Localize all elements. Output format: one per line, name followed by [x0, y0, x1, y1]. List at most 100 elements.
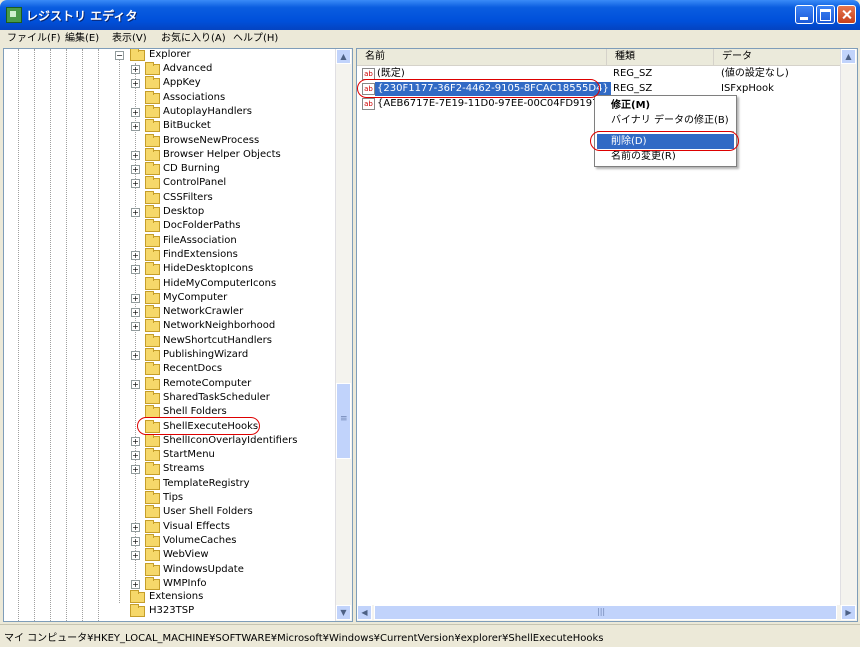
tree-node-explorer[interactable]: − Explorer	[112, 49, 332, 62]
expand-icon[interactable]: +	[131, 522, 140, 532]
tree-node[interactable]: + HideDesktopIcons	[128, 262, 338, 276]
column-header-type[interactable]: 種類	[607, 49, 714, 65]
close-button[interactable]	[837, 5, 856, 24]
value-name: {230F1177-36F2-4462-9105-8FCAC18555D4}	[375, 82, 611, 96]
registry-value-row[interactable]: ab (既定) REG_SZ (値の設定なし)	[357, 67, 841, 81]
tree-node[interactable]: + MyComputer	[128, 290, 338, 305]
folder-icon	[145, 362, 160, 376]
expand-icon[interactable]: +	[131, 65, 140, 74]
expand-icon[interactable]: +	[131, 451, 140, 461]
tree-node[interactable]: BrowseNewProcess	[128, 133, 338, 148]
expand-icon[interactable]: +	[131, 379, 140, 389]
scroll-up-button[interactable]: ▲	[841, 49, 856, 64]
tree-node-label: TemplateRegistry	[163, 477, 250, 489]
menu-modify-binary[interactable]: バイナリ データの修正(B)	[597, 113, 734, 128]
tree-node[interactable]: WindowsUpdate	[128, 562, 338, 577]
tree-node[interactable]: + NetworkNeighborhood	[128, 319, 338, 333]
expand-icon[interactable]: +	[131, 579, 140, 589]
tree-node[interactable]: + StartMenu	[128, 448, 338, 462]
expand-icon[interactable]: +	[131, 179, 140, 189]
expand-icon[interactable]: +	[131, 308, 140, 318]
expand-icon[interactable]: +	[131, 122, 140, 132]
column-header-data[interactable]: データ	[714, 49, 841, 65]
tree-node-h323tsp[interactable]: H323TSP	[112, 604, 332, 618]
tree-node[interactable]: DocFolderPaths	[128, 219, 338, 233]
value-type: REG_SZ	[613, 68, 653, 79]
tree-node[interactable]: RecentDocs	[128, 362, 338, 376]
expand-icon[interactable]: +	[131, 322, 140, 332]
tree-node[interactable]: Associations	[128, 90, 338, 105]
menu-edit[interactable]: 編集(E)	[62, 30, 102, 47]
menu-delete[interactable]: 削除(D)	[597, 134, 734, 149]
tree-node[interactable]: NewShortcutHandlers	[128, 333, 338, 348]
menu-view[interactable]: 表示(V)	[109, 30, 150, 47]
horizontal-scroll-thumb[interactable]: |||	[374, 605, 837, 620]
registry-value-row-selected[interactable]: ab {230F1177-36F2-4462-9105-8FCAC18555D4…	[357, 82, 841, 96]
folder-icon	[145, 562, 160, 576]
tree-node[interactable]: + FindExtensions	[128, 247, 338, 262]
tree-node[interactable]: + VolumeCaches	[128, 533, 338, 548]
tree-node[interactable]: + Desktop	[128, 205, 338, 219]
tree-node[interactable]: + AutoplayHandlers	[128, 104, 338, 119]
expand-icon[interactable]: +	[131, 536, 140, 546]
tree-node[interactable]: TemplateRegistry	[128, 476, 338, 491]
tree-node[interactable]: FileAssociation	[128, 233, 338, 248]
expand-icon[interactable]: +	[131, 465, 140, 475]
scroll-up-button[interactable]: ▲	[336, 49, 351, 64]
tree-node[interactable]: + AppKey	[128, 76, 338, 90]
tree-node[interactable]: + ControlPanel	[128, 176, 338, 190]
key-tree-pane[interactable]: − Explorer + Advanced + AppKey Associations +…	[3, 48, 353, 622]
scroll-right-button[interactable]: ▶	[841, 605, 856, 620]
tree-node-extensions[interactable]: Extensions	[112, 590, 332, 604]
tree-node[interactable]: + BitBucket	[128, 119, 338, 133]
expand-icon[interactable]: +	[131, 265, 140, 275]
tree-node[interactable]: + ShellIconOverlayIdentifiers	[128, 433, 338, 448]
tree-node-label: Visual Effects	[163, 520, 231, 532]
minimize-button[interactable]	[795, 5, 814, 24]
expand-icon[interactable]: +	[131, 351, 140, 360]
menu-file[interactable]: ファイル(F)	[4, 30, 64, 47]
tree-node[interactable]: + WMPInfo	[128, 576, 338, 591]
tree-node[interactable]: + PublishingWizard	[128, 348, 338, 362]
folder-icon	[145, 90, 160, 104]
tree-node[interactable]: User Shell Folders	[128, 505, 338, 519]
expand-icon[interactable]: +	[131, 250, 140, 260]
menu-rename[interactable]: 名前の変更(R)	[597, 149, 734, 164]
scroll-thumb[interactable]: ≡	[336, 383, 351, 459]
tree-node[interactable]: Shell Folders	[128, 405, 338, 419]
maximize-button[interactable]	[816, 5, 835, 24]
tree-node[interactable]: + RemoteComputer	[128, 376, 338, 391]
tree-node[interactable]: + Visual Effects	[128, 519, 338, 534]
scroll-down-button[interactable]: ▼	[336, 605, 351, 620]
tree-node[interactable]: + NetworkCrawler	[128, 305, 338, 319]
tree-node[interactable]: + WebView	[128, 548, 338, 562]
list-vertical-scrollbar[interactable]: ▲	[840, 49, 857, 605]
list-horizontal-scrollbar[interactable]: ◀ ||| ▶	[357, 605, 857, 621]
expand-icon[interactable]: +	[131, 165, 140, 175]
menu-help[interactable]: ヘルプ(H)	[230, 30, 281, 47]
expand-icon[interactable]: +	[131, 551, 140, 561]
tree-vertical-scrollbar[interactable]: ▲ ≡ ▼	[335, 49, 352, 621]
tree-node[interactable]: CSSFilters	[128, 190, 338, 205]
collapse-icon[interactable]: −	[115, 51, 124, 60]
tree-node[interactable]: + Browser Helper Objects	[128, 147, 338, 162]
tree-node[interactable]: + CD Burning	[128, 162, 338, 176]
expand-icon[interactable]: +	[131, 150, 140, 160]
expand-icon[interactable]: +	[131, 293, 140, 303]
tree-node[interactable]: ShellExecuteHooks	[128, 419, 338, 434]
tree-node[interactable]: SharedTaskScheduler	[128, 390, 338, 405]
menu-modify[interactable]: 修正(M)	[597, 98, 734, 113]
tree-node[interactable]: + Streams	[128, 462, 338, 476]
tree-node[interactable]: Tips	[128, 491, 338, 505]
tree-node[interactable]: HideMyComputerIcons	[128, 276, 338, 291]
column-header-name[interactable]: 名前	[357, 49, 607, 65]
expand-icon[interactable]: +	[131, 208, 140, 217]
expand-icon[interactable]: +	[131, 107, 140, 117]
menu-favorites[interactable]: お気に入り(A)	[158, 30, 229, 47]
expand-icon[interactable]: +	[131, 436, 140, 446]
title-bar[interactable]: レジストリ エディタ	[0, 0, 860, 30]
tree-node-label: PublishingWizard	[163, 349, 249, 360]
scroll-left-button[interactable]: ◀	[357, 605, 372, 620]
expand-icon[interactable]: +	[131, 79, 140, 89]
tree-node[interactable]: + Advanced	[128, 62, 338, 76]
